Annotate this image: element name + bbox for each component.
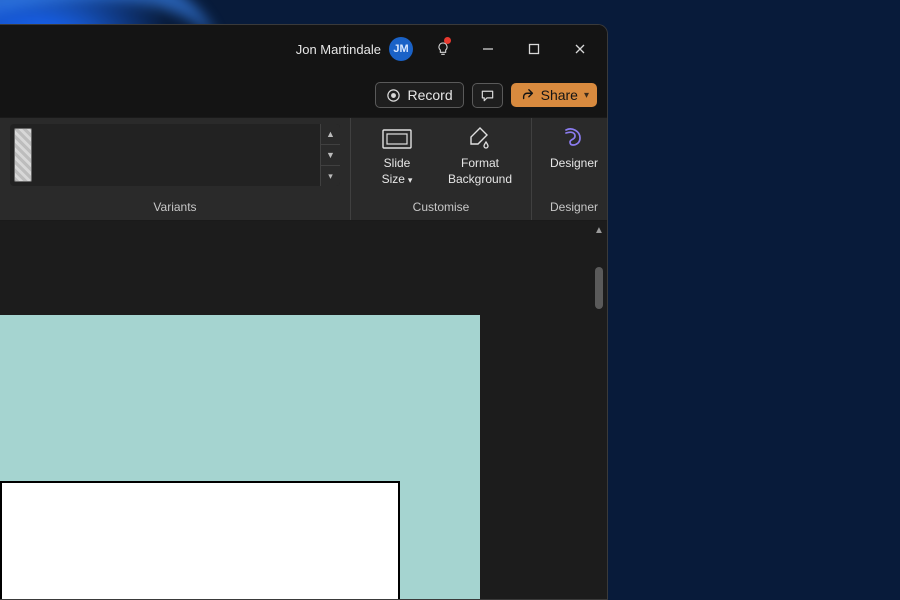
record-icon: [386, 88, 401, 103]
toolbar-row: Record Share ▾: [0, 73, 607, 117]
designer-button[interactable]: Designer: [542, 124, 606, 187]
gallery-spinner: ▲ ▼ ▾: [320, 124, 340, 186]
record-label: Record: [407, 87, 452, 103]
ribbon-group-label: Variants: [0, 196, 350, 220]
designer-icon: [560, 126, 588, 152]
share-icon: [521, 88, 535, 102]
maximize-button[interactable]: [511, 29, 557, 69]
vertical-scrollbar[interactable]: ▲: [593, 223, 605, 597]
slide-size-button[interactable]: Slide Size▾: [365, 124, 429, 187]
slide-size-icon: [382, 127, 412, 151]
minimize-button[interactable]: [465, 29, 511, 69]
comments-button[interactable]: [472, 83, 503, 108]
record-button[interactable]: Record: [375, 82, 463, 108]
powerpoint-window: Jon Martindale JM Record: [0, 24, 608, 600]
gallery-expand[interactable]: ▾: [321, 166, 340, 186]
slide-background[interactable]: [0, 315, 480, 599]
ribbon-group-label: Designer: [532, 196, 608, 220]
close-icon: [572, 41, 588, 57]
titlebar: Jon Martindale JM: [0, 25, 607, 73]
ribbon-group-customise: Slide Size▾ Format Background Customise: [351, 118, 532, 220]
format-background-button[interactable]: Format Background: [443, 124, 517, 187]
ribbon-group-variants: ▲ ▼ ▾ Variants: [0, 118, 351, 220]
variant-thumbnail[interactable]: [14, 128, 32, 182]
ribbon-group-label: Customise: [351, 196, 531, 220]
variants-gallery[interactable]: ▲ ▼ ▾: [10, 124, 340, 186]
coming-soon-button[interactable]: [423, 29, 463, 69]
format-background-icon: [467, 126, 493, 152]
share-button[interactable]: Share ▾: [511, 83, 597, 107]
slide-content-box[interactable]: [0, 481, 400, 599]
slide-canvas-area: [0, 221, 607, 599]
ribbon-group-designer: Designer Designer: [532, 118, 608, 220]
user-name: Jon Martindale: [296, 42, 381, 57]
minimize-icon: [480, 41, 496, 57]
scroll-up-arrow[interactable]: ▲: [593, 223, 605, 237]
chevron-down-icon: ▾: [408, 175, 413, 185]
gallery-scroll-up[interactable]: ▲: [321, 124, 340, 145]
account-block[interactable]: Jon Martindale JM: [296, 37, 413, 61]
gallery-scroll-down[interactable]: ▼: [321, 145, 340, 166]
scrollbar-thumb[interactable]: [595, 267, 603, 309]
slide-viewport[interactable]: [0, 221, 593, 599]
share-label: Share: [541, 87, 578, 103]
maximize-icon: [526, 41, 542, 57]
avatar: JM: [389, 37, 413, 61]
comment-icon: [480, 88, 495, 103]
close-button[interactable]: [557, 29, 603, 69]
lightbulb-icon: [435, 41, 451, 57]
ribbon: ▲ ▼ ▾ Variants Slide: [0, 117, 607, 221]
chevron-down-icon: ▾: [584, 90, 589, 101]
